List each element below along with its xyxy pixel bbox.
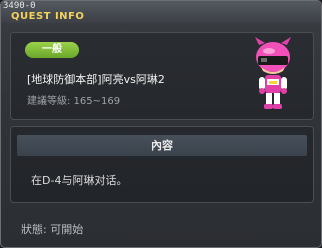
content-text: 在D-4与阿琳对话。 xyxy=(31,174,128,187)
quest-info-window: 3490-0 QUEST INFO 一般 [地球防御本部]阿亮vs阿琳2 建議等… xyxy=(0,0,322,248)
title-bar[interactable]: 3490-0 QUEST INFO xyxy=(1,1,321,23)
quest-name: [地球防御本部]阿亮vs阿琳2 xyxy=(27,73,165,86)
category-badge: 一般 xyxy=(25,42,79,58)
content-header-label: 內容 xyxy=(151,139,173,152)
quest-summary-panel: 一般 [地球防御本部]阿亮vs阿琳2 建議等級: 165~169 xyxy=(10,32,314,120)
quest-content-panel: 內容 在D-4与阿琳对话。 xyxy=(10,126,314,203)
window-title: QUEST INFO xyxy=(11,11,85,22)
pink-helmet-hero-icon xyxy=(255,37,291,109)
quest-id: 3490-0 xyxy=(3,1,36,11)
content-header: 內容 xyxy=(17,135,307,156)
level-requirement: 建議等級: 165~169 xyxy=(27,96,121,107)
quest-status: 狀態: 可開始 xyxy=(21,223,84,236)
